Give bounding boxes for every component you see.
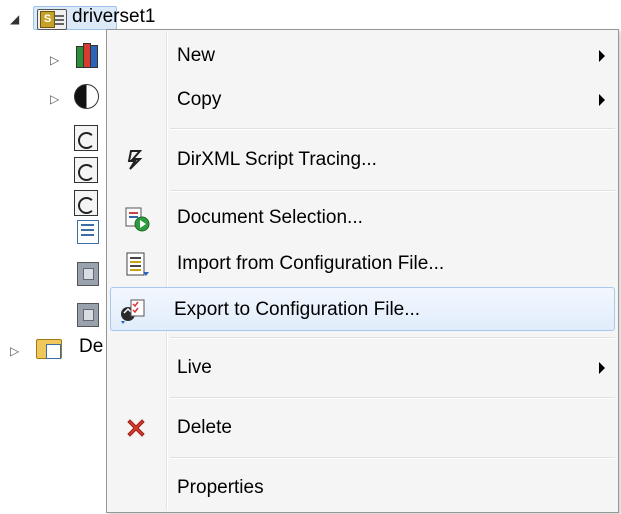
menu-item-label: Export to Configuration File... xyxy=(174,299,421,320)
expand-arrow-icon[interactable]: ▷ xyxy=(50,54,59,66)
export-config-icon xyxy=(119,298,145,324)
submenu-arrow-icon xyxy=(599,94,605,106)
menu-separator xyxy=(170,190,615,192)
menu-separator xyxy=(170,457,615,459)
menu-item-copy[interactable]: Copy xyxy=(110,78,615,122)
grey-object-icon xyxy=(77,303,99,327)
driverset-icon: S xyxy=(37,9,67,30)
menu-separator xyxy=(170,397,615,399)
menu-item-properties[interactable]: Properties xyxy=(110,466,615,510)
menu-item-new[interactable]: New xyxy=(110,34,615,78)
collapse-arrow-icon[interactable]: ◢ xyxy=(10,13,19,25)
expand-arrow-icon[interactable]: ▷ xyxy=(50,93,59,105)
policy-icon xyxy=(74,157,98,183)
document-selection-icon xyxy=(124,206,150,232)
grey-object-icon xyxy=(77,262,99,286)
delete-icon xyxy=(124,416,148,440)
policy-icon xyxy=(74,190,98,216)
folder-icon xyxy=(36,336,62,359)
menu-item-dirxml-script-tracing[interactable]: DirXML Script Tracing... xyxy=(110,138,615,182)
menu-separator xyxy=(170,337,615,339)
list-document-icon xyxy=(77,220,99,244)
expand-arrow-icon[interactable]: ▷ xyxy=(10,345,19,357)
menu-item-delete[interactable]: Delete xyxy=(110,406,615,450)
menu-item-live[interactable]: Live xyxy=(110,346,615,390)
menu-separator xyxy=(170,128,615,130)
menu-item-label: Live xyxy=(177,357,212,378)
menu-item-document-selection[interactable]: Document Selection... xyxy=(110,196,615,240)
policy-icon xyxy=(74,125,98,151)
submenu-arrow-icon xyxy=(599,362,605,374)
menu-item-label: Properties xyxy=(177,477,264,498)
menu-item-import-config[interactable]: Import from Configuration File... xyxy=(110,242,615,286)
menu-item-label: Document Selection... xyxy=(177,207,363,228)
menu-item-label: Delete xyxy=(177,417,232,438)
menu-item-label: Import from Configuration File... xyxy=(177,253,445,274)
library-icon xyxy=(76,43,98,68)
tree-item-sibling-label[interactable]: De xyxy=(79,336,103,358)
context-menu: New Copy DirXML Script Tracing... Docume… xyxy=(106,29,619,513)
menu-item-label: DirXML Script Tracing... xyxy=(177,149,377,170)
tree-item-root-label[interactable]: driverset1 xyxy=(72,6,155,28)
menu-item-label: New xyxy=(177,45,216,66)
lightning-icon xyxy=(124,148,148,172)
menu-item-label: Copy xyxy=(177,89,222,110)
menu-item-export-config[interactable]: Export to Configuration File... xyxy=(110,287,615,331)
import-config-icon xyxy=(124,252,149,276)
submenu-arrow-icon xyxy=(599,50,605,62)
yin-yang-icon xyxy=(74,84,99,109)
